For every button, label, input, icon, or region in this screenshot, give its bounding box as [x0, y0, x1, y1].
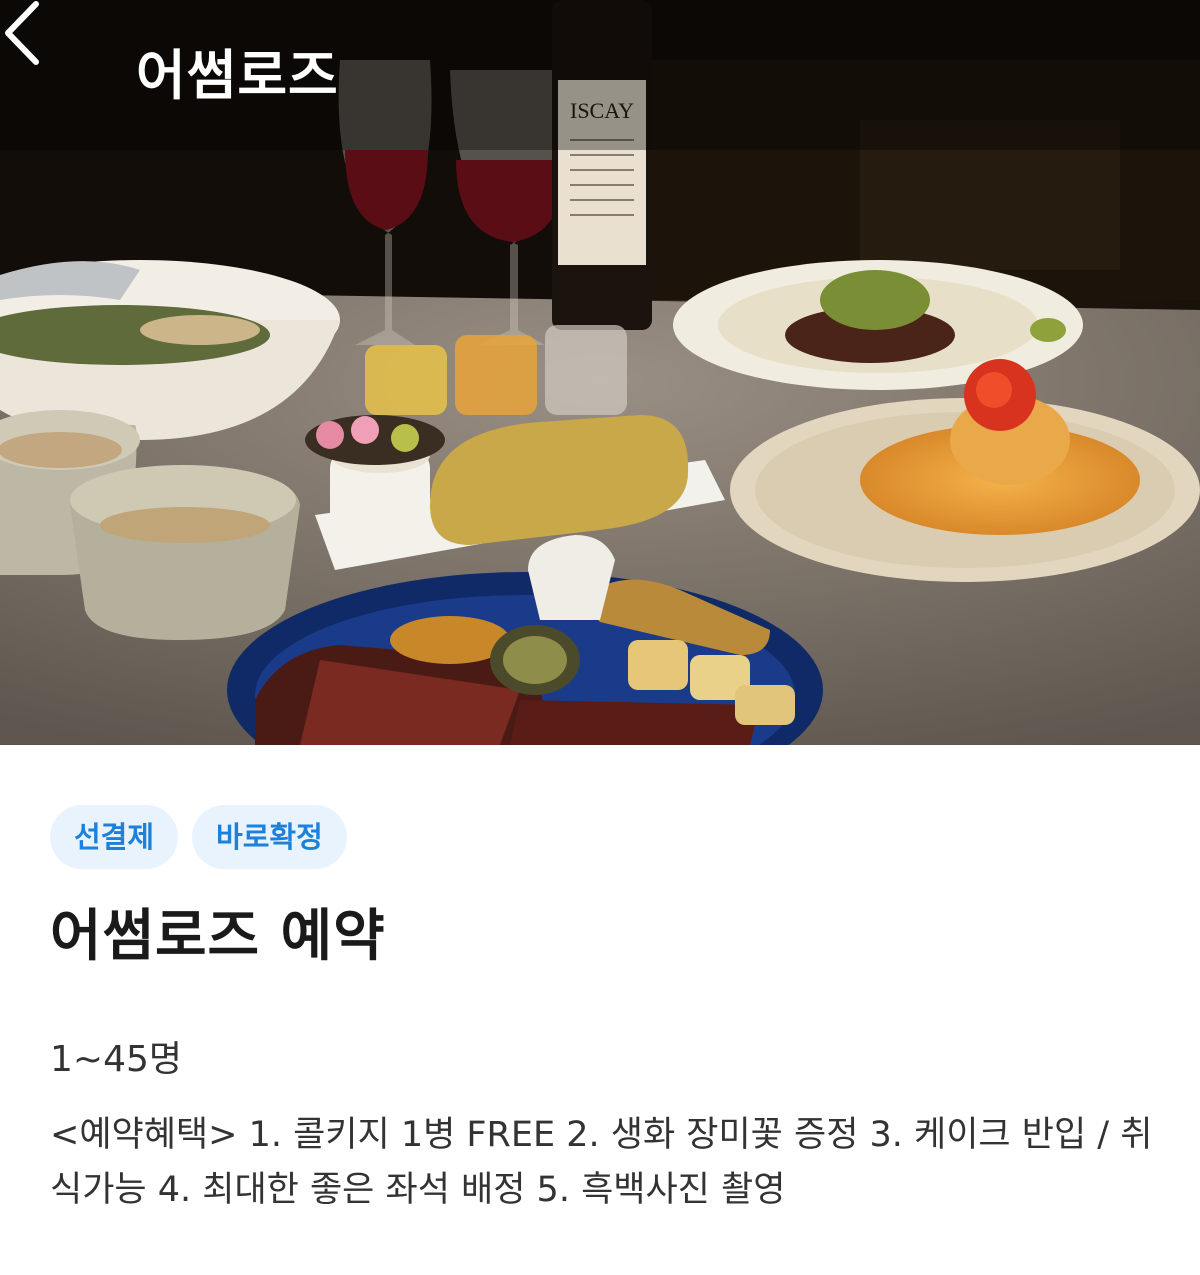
hero-image: ISCAY 어썸로즈: [0, 0, 1200, 745]
top-app-bar: 어썸로즈: [0, 0, 1200, 140]
back-button[interactable]: [5, 1, 114, 110]
benefits-text: <예약혜택> 1. 콜키지 1병 FREE 2. 생화 장미꽃 증정 3. 케이…: [50, 1115, 1153, 1210]
capacity-text: 1~45명: [50, 1039, 182, 1080]
listing-title: 어썸로즈 예약: [50, 904, 386, 969]
listing-details: 선결제 바로확정 어썸로즈 예약 1~45명 <예약혜택> 1. 콜키지 1병 …: [0, 745, 1200, 1218]
badge-row: 선결제 바로확정: [50, 805, 1150, 869]
prepayment-badge: 선결제: [50, 805, 179, 869]
header-title: 어썸로즈: [136, 43, 339, 107]
instant-confirm-badge: 바로확정: [192, 805, 347, 869]
chevron-left-icon: [5, 1, 39, 65]
